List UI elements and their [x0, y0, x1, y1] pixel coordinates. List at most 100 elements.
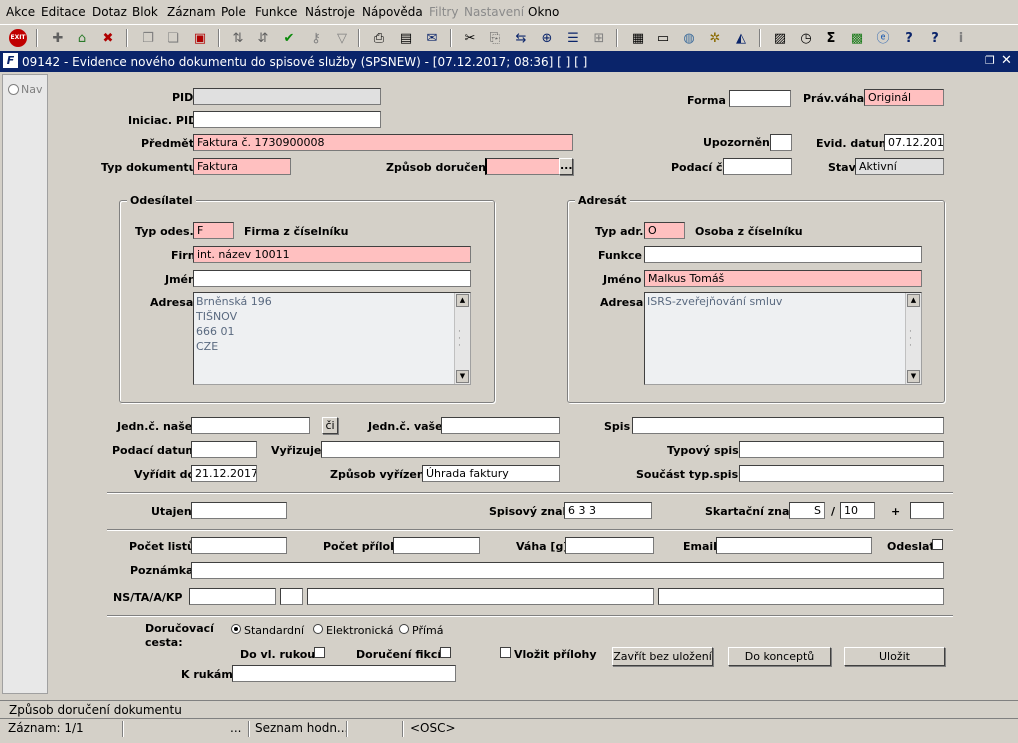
scrollbar[interactable]: ▲ · · · ▼: [454, 293, 470, 384]
restore-icon[interactable]: ❐: [985, 54, 996, 67]
zpusob-doruceni-field[interactable]: [485, 158, 560, 175]
menu-napoveda[interactable]: Nápověda: [362, 5, 423, 19]
mail-icon[interactable]: ✉: [422, 28, 442, 48]
menu-blok[interactable]: Blok: [132, 5, 158, 19]
forma-field[interactable]: [729, 90, 791, 107]
jedn-vase-field[interactable]: [441, 417, 560, 434]
document-icon[interactable]: ▭: [653, 28, 673, 48]
close-icon[interactable]: ✕: [1001, 53, 1012, 68]
funkce-field[interactable]: [644, 246, 922, 263]
radio-standardni[interactable]: [231, 624, 241, 634]
do-vl-rukou-checkbox[interactable]: [314, 647, 325, 658]
menu-filtry[interactable]: Filtry: [429, 5, 458, 19]
typ-odes-field[interactable]: F: [193, 222, 234, 239]
pocet-priloh-field[interactable]: [393, 537, 480, 554]
k-rukam-field[interactable]: [232, 665, 456, 682]
iniciac-pid-field[interactable]: [193, 111, 381, 128]
menu-dotaz[interactable]: Dotaz: [92, 5, 127, 19]
lookup-icon[interactable]: ⇆: [511, 28, 531, 48]
scroll-down-icon[interactable]: ▼: [456, 370, 469, 383]
vyridit-do-field[interactable]: 21.12.2017: [191, 465, 257, 482]
vlozit-prilohy-checkbox[interactable]: [500, 647, 511, 658]
a-field[interactable]: [307, 588, 654, 605]
cut-icon[interactable]: ✂: [460, 28, 480, 48]
menu-okno[interactable]: Okno: [528, 5, 559, 19]
firma-field[interactable]: int. název 10011: [193, 246, 471, 263]
typovy-spis-field[interactable]: [739, 441, 944, 458]
vyrizuje-field[interactable]: [321, 441, 560, 458]
menu-akce[interactable]: Akce: [6, 5, 35, 19]
ci-button[interactable]: či: [322, 417, 338, 434]
do-konceptu-button[interactable]: Do konceptů: [728, 647, 831, 666]
menu-zaznam[interactable]: Záznam: [167, 5, 216, 19]
soucast-typ-spisu-field[interactable]: [739, 465, 944, 482]
radio-elektronicka[interactable]: [313, 624, 323, 634]
tools-icon[interactable]: ✲: [705, 28, 725, 48]
sum-icon[interactable]: Σ: [821, 28, 841, 48]
zoom-icon[interactable]: ⊕: [537, 28, 557, 48]
menu-editace[interactable]: Editace: [41, 5, 86, 19]
new-record-icon[interactable]: ✚: [48, 28, 68, 48]
scrollbar[interactable]: ▲ · · · ▼: [905, 293, 921, 384]
radio-prima[interactable]: [399, 624, 409, 634]
paste-icon[interactable]: ⎘: [485, 28, 505, 48]
odeslat-checkbox[interactable]: [932, 539, 943, 550]
skartacni-extra-field[interactable]: [910, 502, 944, 519]
zpusob-vyrizeni-field[interactable]: Úhrada faktury: [422, 465, 560, 482]
template-icon[interactable]: ▨: [770, 28, 790, 48]
clock-icon[interactable]: ◷: [796, 28, 816, 48]
typ-adr-field[interactable]: O: [644, 222, 685, 239]
print-icon[interactable]: ⎙: [369, 28, 389, 48]
pocet-listu-field[interactable]: [191, 537, 287, 554]
podaci-c-field[interactable]: [723, 158, 792, 175]
menu-pole[interactable]: Pole: [221, 5, 246, 19]
vaha-field[interactable]: [565, 537, 654, 554]
adresat-jmeno-field[interactable]: Malkus Tomáš: [644, 270, 922, 287]
skartacni-lhuta-field[interactable]: 10: [840, 502, 875, 519]
scroll-down-icon[interactable]: ▼: [907, 370, 920, 383]
scroll-up-icon[interactable]: ▲: [456, 294, 469, 307]
sort-asc-icon[interactable]: ⇅: [228, 28, 248, 48]
commit-check-icon[interactable]: ✔: [279, 28, 299, 48]
exit-icon[interactable]: EXIT: [8, 28, 28, 48]
excel-icon[interactable]: ▩: [847, 28, 867, 48]
zavrit-bez-ulozeni-button[interactable]: Zavřít bez uložení: [612, 647, 713, 666]
ns-field[interactable]: [189, 588, 276, 605]
evid-datum-field[interactable]: 07.12.2017: [884, 134, 944, 151]
insert-record-icon[interactable]: ⌂: [72, 28, 92, 48]
print-preview-icon[interactable]: ▤: [396, 28, 416, 48]
help-icon[interactable]: ?: [925, 28, 945, 48]
scroll-up-icon[interactable]: ▲: [907, 294, 920, 307]
predmet-field[interactable]: Faktura č. 1730900008: [193, 134, 573, 151]
ie-icon[interactable]: ⓔ: [873, 28, 893, 48]
context-help-icon[interactable]: ?: [899, 28, 919, 48]
ta-field[interactable]: [280, 588, 303, 605]
info-icon[interactable]: i: [951, 28, 971, 48]
adresat-adresa-field[interactable]: ISRS-zveřejňování smluv ▲ · · · ▼: [644, 292, 922, 385]
email-field[interactable]: [716, 537, 872, 554]
ulozit-button[interactable]: Uložit: [844, 647, 945, 666]
chart-icon[interactable]: ◭: [731, 28, 751, 48]
jedn-nase-field[interactable]: [191, 417, 310, 434]
filter-icon[interactable]: ▽: [332, 28, 352, 48]
list-icon[interactable]: ☰: [563, 28, 583, 48]
kp-field[interactable]: [658, 588, 944, 605]
utajeni-field[interactable]: [191, 502, 287, 519]
report-icon[interactable]: ▦: [628, 28, 648, 48]
skartacni-znak-field[interactable]: S: [789, 502, 825, 519]
sort-desc-icon[interactable]: ⇵: [253, 28, 273, 48]
prav-vaha-field[interactable]: Originál: [864, 89, 944, 106]
menu-nastroje[interactable]: Nástroje: [305, 5, 355, 19]
menu-nastaveni[interactable]: Nastavení: [464, 5, 524, 19]
duplicate-icon[interactable]: ❏: [163, 28, 183, 48]
nav-radio[interactable]: [8, 84, 19, 95]
copy-icon[interactable]: ❐: [138, 28, 158, 48]
typ-dokumentu-field[interactable]: Faktura: [193, 158, 291, 175]
pid-field[interactable]: [193, 88, 381, 105]
clear-record-icon[interactable]: ▣: [190, 28, 210, 48]
zpusob-doruceni-lov-button[interactable]: ...: [559, 158, 573, 175]
odesilatel-jmeno-field[interactable]: [193, 270, 471, 287]
upozorneni-field[interactable]: [770, 134, 792, 151]
podaci-datum-field[interactable]: [191, 441, 257, 458]
spis-field[interactable]: [632, 417, 944, 434]
